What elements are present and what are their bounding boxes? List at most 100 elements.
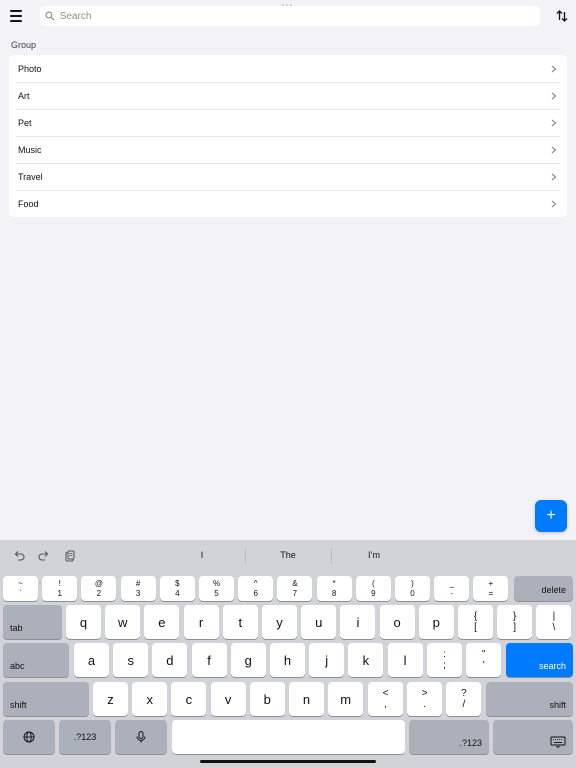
list-item[interactable]: Food [9, 190, 567, 217]
key-c[interactable]: c [171, 682, 207, 716]
key-x[interactable]: x [132, 682, 168, 716]
key-number-12[interactable]: + = [473, 576, 509, 601]
key-p[interactable]: p [418, 605, 454, 639]
key-bottom-char: - [450, 588, 454, 598]
key-top-char: > [421, 688, 428, 699]
globe-key[interactable] [3, 720, 55, 754]
chevron-right-icon [551, 65, 557, 72]
key-number-0[interactable]: ~ ` [3, 576, 38, 601]
shift-key-right[interactable]: shift [486, 682, 573, 716]
key-symbol-q-2[interactable]: | \ [536, 605, 572, 639]
tab-key[interactable]: tab [3, 605, 62, 639]
key-number-8[interactable]: * 8 [316, 576, 352, 601]
key-j[interactable]: j [309, 643, 345, 677]
key-n[interactable]: n [289, 682, 324, 716]
key-a[interactable]: a [74, 643, 109, 677]
suggestion-2[interactable]: The [248, 550, 328, 560]
key-top-char: % [212, 578, 221, 588]
list-item[interactable]: Art [9, 82, 567, 109]
key-symbol-z-1[interactable]: >. [407, 682, 443, 716]
key-b[interactable]: b [249, 682, 285, 716]
list-item[interactable]: Travel [9, 163, 567, 190]
key-y[interactable]: y [262, 605, 297, 639]
chevron-right-icon [551, 173, 557, 180]
key-symbol-q-0[interactable]: {[ [458, 605, 493, 639]
suggestion-bar: I The I’m [0, 540, 576, 572]
suggestion-3[interactable]: I’m [334, 550, 414, 560]
search-bar[interactable] [40, 6, 540, 26]
key-top-char: ~ [18, 578, 23, 588]
key-top-char: ) [411, 578, 414, 588]
key-top-char: } [513, 611, 517, 622]
abc-key[interactable]: abc [3, 643, 69, 677]
key-bottom-char: ] [513, 622, 517, 633]
key-m[interactable]: m [328, 682, 364, 716]
key-number-5[interactable]: % 5 [199, 576, 234, 601]
key-bottom-char: , [384, 699, 387, 710]
numbers-key-left[interactable]: .?123 [59, 720, 111, 754]
key-bottom-char: = [488, 588, 494, 598]
key-symbol-a-1[interactable]: " ' [466, 643, 502, 677]
group-heading: Group [11, 40, 37, 50]
key-d[interactable]: d [152, 643, 188, 677]
list-item[interactable]: Music [9, 136, 567, 163]
suggestion-1[interactable]: I [162, 550, 242, 560]
list-item[interactable]: Photo [9, 55, 567, 82]
key-bottom-char: / [462, 699, 466, 710]
key-z[interactable]: z [93, 682, 128, 716]
key-s[interactable]: s [113, 643, 149, 677]
key-symbol-z-0[interactable]: <, [368, 682, 403, 716]
key-f[interactable]: f [191, 643, 227, 677]
menu-icon [10, 10, 22, 12]
key-symbol-a-0[interactable]: :; [427, 643, 462, 677]
key-u[interactable]: u [301, 605, 337, 639]
list-item-label: Music [18, 144, 42, 155]
key-i[interactable]: i [340, 605, 376, 639]
delete-key[interactable]: delete [514, 576, 573, 601]
key-l[interactable]: l [387, 643, 423, 677]
key-number-4[interactable]: $4 [159, 576, 195, 601]
hide-keyboard-key[interactable] [493, 720, 573, 754]
key-e[interactable]: e [144, 605, 180, 639]
key-number-1[interactable]: ! 1 [42, 576, 78, 601]
key-number-7[interactable]: & 7 [277, 576, 313, 601]
dictation-key[interactable] [115, 720, 167, 754]
list-item[interactable]: Pet [9, 109, 567, 136]
add-button[interactable]: + [535, 500, 567, 532]
key-r[interactable]: r [183, 605, 219, 639]
search-input[interactable] [59, 10, 540, 22]
redo-icon[interactable] [38, 550, 50, 562]
key-symbol-q-1[interactable]: }] [497, 605, 533, 639]
key-q[interactable]: q [66, 605, 101, 639]
numbers-key-right[interactable]: .?123 [409, 720, 489, 754]
paste-icon[interactable] [64, 550, 76, 562]
key-o[interactable]: o [379, 605, 415, 639]
key-top-char: ? [461, 688, 467, 699]
key-number-10[interactable]: ) 0 [395, 576, 430, 601]
key-v[interactable]: v [210, 682, 246, 716]
sort-icon[interactable] [556, 9, 568, 23]
key-number-3[interactable]: #3 [120, 576, 156, 601]
space-key[interactable] [172, 720, 405, 754]
key-h[interactable]: h [270, 643, 305, 677]
key-symbol-z-2[interactable]: ? / [446, 682, 482, 716]
key-number-11[interactable]: _ - [434, 576, 470, 601]
key-g[interactable]: g [230, 643, 266, 677]
shift-key-left[interactable]: shift [3, 682, 89, 716]
key-bottom-char: 6 [253, 588, 258, 598]
undo-icon[interactable] [13, 550, 25, 562]
home-indicator [200, 760, 376, 763]
key-bottom-char: 5 [214, 588, 219, 598]
menu-button[interactable] [8, 8, 24, 24]
key-top-char: < [382, 688, 389, 699]
key-number-2[interactable]: @2 [81, 576, 117, 601]
key-w[interactable]: w [105, 605, 141, 639]
key-t[interactable]: t [222, 605, 258, 639]
key-k[interactable]: k [348, 643, 384, 677]
on-screen-keyboard: I The I’m ~ `! 1 @2 #3 $4% 5 ^ 6 & 7 * 8(9) 0 _ - + = dele… [0, 540, 576, 768]
key-bottom-char: ` [19, 588, 22, 598]
search-key[interactable]: search [506, 643, 573, 677]
key-number-9[interactable]: (9 [355, 576, 391, 601]
list-item-label: Travel [18, 171, 43, 182]
key-number-6[interactable]: ^ 6 [238, 576, 274, 601]
